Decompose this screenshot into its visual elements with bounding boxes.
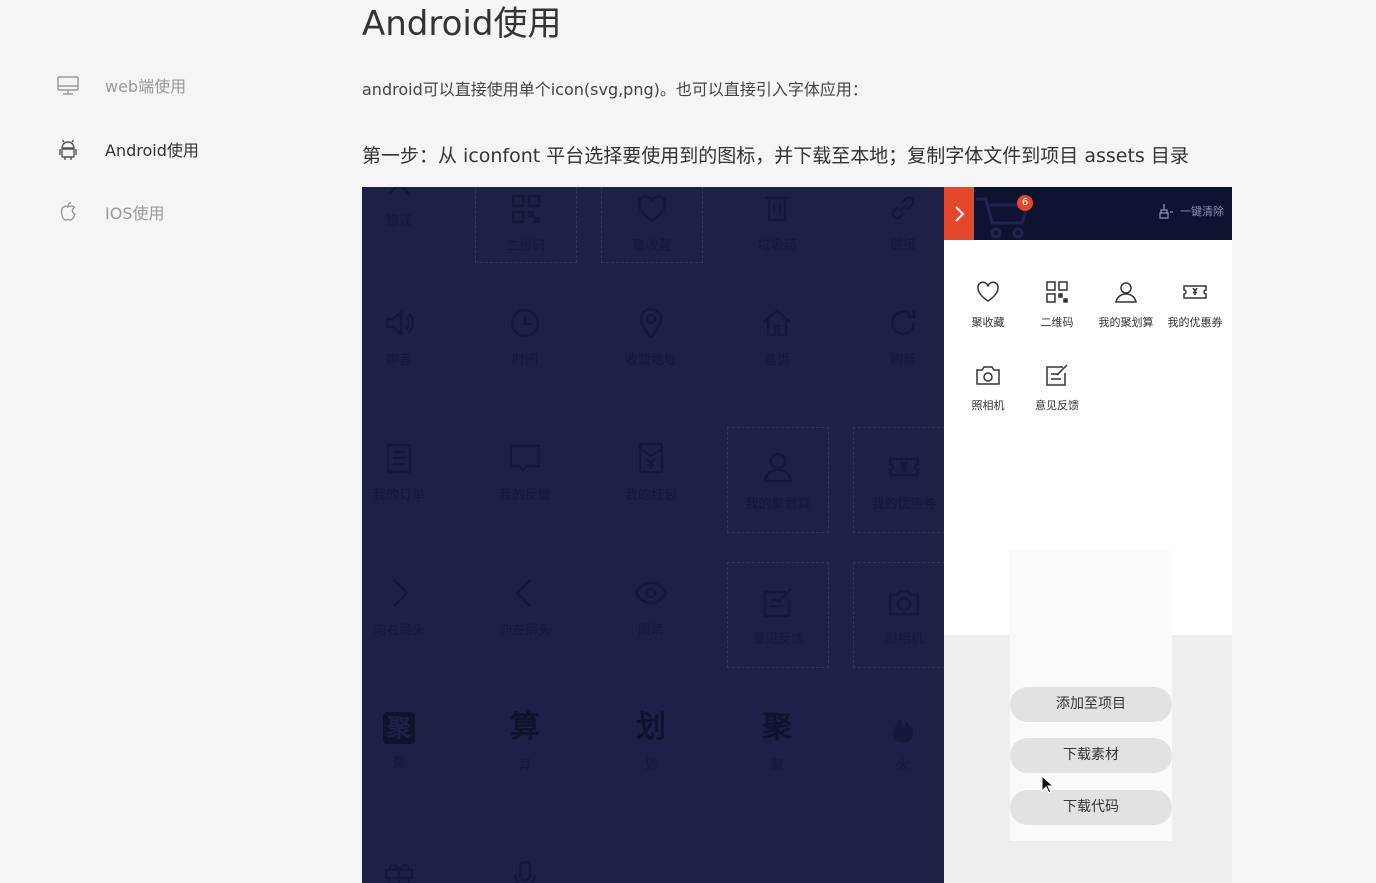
add-to-project-button[interactable]: 添加至项目	[1010, 687, 1172, 722]
heart-icon	[637, 194, 667, 222]
grid-item[interactable]: 垃圾箱	[727, 187, 827, 261]
grid-item[interactable]: 照相机	[853, 562, 955, 668]
close-icon	[388, 187, 410, 195]
eye-icon	[634, 581, 668, 604]
grid-item[interactable]: 眼睛	[601, 566, 701, 646]
arrow-right-icon	[393, 578, 409, 607]
sidebar-item-label: IOS使用	[105, 204, 165, 223]
clear-all-label: 一键清除	[1180, 205, 1224, 218]
cart-header: 6 一键清除	[944, 187, 1232, 240]
cart-item[interactable]: 聚收藏	[954, 279, 1022, 330]
cart-count-badge: 6	[1017, 195, 1033, 211]
coupon-icon	[1183, 285, 1207, 299]
grid-item[interactable]: 聚 聚	[362, 701, 449, 781]
glyph-ju: 聚	[762, 709, 792, 745]
user-icon	[1115, 282, 1137, 303]
location-icon	[639, 307, 663, 339]
monitor-icon	[56, 73, 80, 97]
red-packet-icon	[638, 442, 664, 473]
icon-cart-panel: 6 一键清除 聚收藏 二维码 我的聚划算 我的优惠券 照相机 意见反馈 添加至项…	[944, 187, 1232, 883]
sidebar-item-label: web端使用	[105, 77, 187, 96]
cart-item[interactable]: 我的聚划算	[1092, 279, 1160, 330]
sidebar-item-android[interactable]: Android使用	[56, 137, 199, 161]
coupon-icon	[888, 457, 920, 476]
camera-icon	[976, 366, 1000, 385]
grid-item[interactable]: 我的反馈	[475, 431, 575, 511]
grid-item[interactable]: 错误	[362, 187, 449, 237]
camera-icon	[888, 589, 920, 615]
clock-icon	[510, 308, 540, 337]
heart-icon	[977, 281, 999, 302]
grid-item[interactable]: 刷新	[853, 296, 953, 376]
grid-item[interactable]: 二维码	[475, 187, 577, 263]
grid-item[interactable]: 首页	[727, 296, 827, 376]
grid-item[interactable]: 我的订单	[362, 431, 449, 511]
grid-item[interactable]: 我的聚划算	[727, 427, 829, 533]
qrcode-icon	[1046, 281, 1068, 303]
mouse-cursor-icon	[1041, 775, 1055, 794]
grid-item[interactable]	[475, 836, 575, 883]
glyph-ju-boxed: 聚	[383, 711, 415, 744]
gift-icon	[384, 864, 414, 883]
edit-icon	[1046, 364, 1068, 386]
cart-item[interactable]: 意见反馈	[1023, 362, 1091, 413]
fire-icon	[892, 718, 914, 743]
arrow-left-icon	[515, 578, 531, 607]
grid-item[interactable]: 链接	[853, 187, 953, 261]
grid-item[interactable]: 划 划	[601, 701, 701, 781]
description-text: android可以直接使用单个icon(svg,png)。也可以直接引入字体应用…	[362, 80, 868, 99]
grid-item[interactable]: 火	[853, 701, 953, 781]
user-icon	[763, 452, 793, 482]
home-icon	[763, 308, 791, 336]
grid-item[interactable]: 向左箭头	[475, 566, 575, 646]
grid-item[interactable]: 声音	[362, 296, 449, 376]
feedback-icon	[509, 444, 541, 472]
sidebar-item-web[interactable]: web端使用	[56, 73, 186, 97]
sidebar-item-ios[interactable]: IOS使用	[56, 200, 164, 224]
grid-item[interactable]: 我的优惠券	[853, 427, 955, 533]
edit-icon	[763, 587, 792, 617]
qrcode-icon	[511, 194, 541, 223]
download-assets-button[interactable]: 下载素材	[1010, 738, 1172, 773]
icon-grid-overlay: 错误 二维码 聚收藏 垃圾箱 链接 声音 时间 收货地址 首页 刷新 我的订单 …	[362, 187, 955, 883]
download-code-button[interactable]: 下载代码	[1010, 790, 1172, 825]
glyph-suan: 算	[510, 709, 540, 745]
grid-item[interactable]: 我的红包	[601, 431, 701, 511]
grid-item[interactable]: 聚 聚	[727, 701, 827, 781]
grid-item[interactable]	[362, 836, 449, 883]
apple-icon	[56, 200, 80, 224]
order-icon	[386, 443, 412, 473]
trash-icon	[765, 196, 789, 221]
step-one-text: 第一步：从 iconfont 平台选择要使用到的图标，并下载至本地；复制字体文件…	[362, 145, 1189, 167]
cart-item[interactable]: 照相机	[954, 362, 1022, 413]
link-icon	[891, 196, 915, 219]
tutorial-screenshot: 错误 二维码 聚收藏 垃圾箱 链接 声音 时间 收货地址 首页 刷新 我的订单 …	[362, 187, 1232, 883]
clear-all-button[interactable]: 一键清除	[1158, 203, 1224, 219]
grid-item[interactable]: 时间	[475, 296, 575, 376]
broom-icon	[1159, 204, 1173, 219]
page-title: Android使用	[362, 4, 562, 44]
grid-item[interactable]: 意见反馈	[727, 562, 829, 668]
grid-item[interactable]: 向右箭头	[362, 566, 449, 646]
microphone-icon	[513, 860, 537, 883]
glyph-hua: 划	[636, 709, 666, 745]
sidebar-item-label: Android使用	[105, 141, 199, 160]
android-icon	[56, 137, 80, 161]
grid-item[interactable]: 算 算	[475, 701, 575, 781]
sound-icon	[385, 308, 415, 337]
cart-item[interactable]: 二维码	[1023, 279, 1091, 330]
chevron-right-icon	[955, 205, 965, 222]
refresh-icon	[890, 309, 916, 335]
grid-item[interactable]: 收货地址	[601, 296, 701, 376]
grid-item[interactable]: 聚收藏	[601, 187, 703, 263]
cart-item[interactable]: 我的优惠券	[1161, 279, 1229, 330]
collapse-arrow-button[interactable]	[944, 187, 974, 240]
